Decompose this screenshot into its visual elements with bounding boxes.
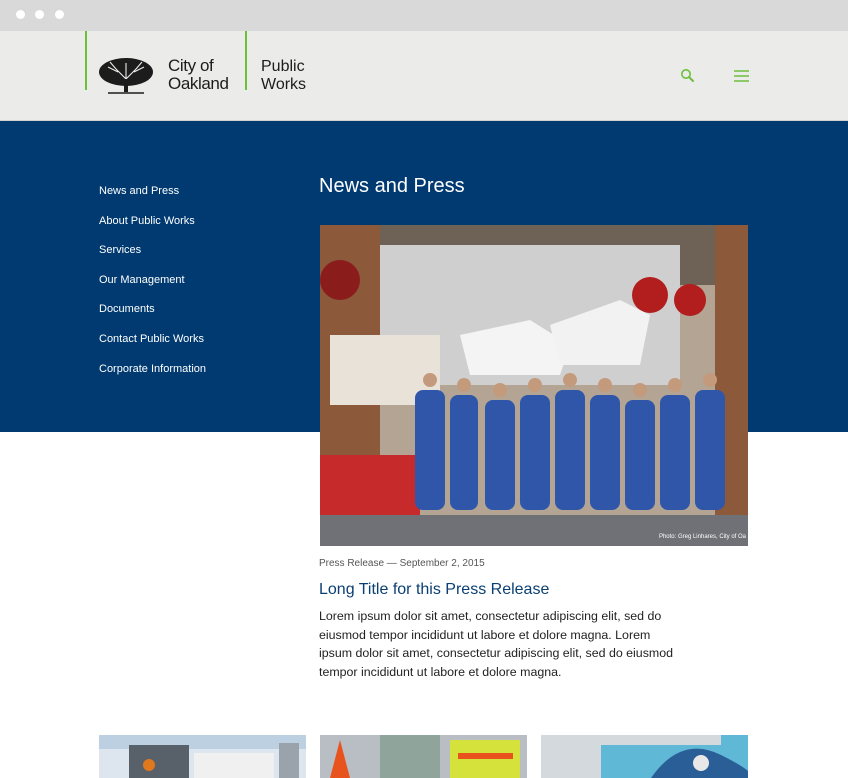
city-name: City of Oakland — [168, 57, 229, 93]
sidebar-item-about-public-works[interactable]: About Public Works — [99, 213, 299, 243]
news-thumbnail-3[interactable] — [541, 735, 748, 778]
news-thumbnail-1[interactable] — [99, 735, 306, 778]
browser-chrome — [0, 0, 848, 31]
city-name-line1: City of — [168, 56, 214, 75]
sidebar-item-services[interactable]: Services — [99, 242, 299, 272]
page-title: News and Press — [319, 175, 465, 197]
sidebar-nav: News and Press About Public Works Servic… — [99, 183, 299, 390]
window-dot-minimize[interactable] — [35, 10, 44, 19]
photo-credit: Photo: Greg Linhares, City of Oa — [658, 534, 746, 540]
search-icon[interactable] — [677, 65, 699, 87]
department-name-line1: Public — [261, 58, 305, 75]
department-name: Public Works — [261, 58, 306, 94]
site-header: City of Oakland Public Works — [0, 31, 848, 121]
window-dot-maximize[interactable] — [55, 10, 64, 19]
logo-rule-right — [245, 31, 247, 90]
article-excerpt: Lorem ipsum dolor sit amet, consectetur … — [319, 609, 673, 679]
logo-rule-left — [85, 31, 87, 90]
featured-photo[interactable]: Photo: Greg Linhares, City of Oa — [320, 225, 748, 546]
article-meta: Press Release — September 2, 2015 — [319, 558, 485, 569]
news-thumbnail-2[interactable] — [320, 735, 527, 778]
department-name-line2: Works — [261, 76, 307, 93]
sidebar-item-news-and-press[interactable]: News and Press — [99, 183, 299, 213]
sidebar-item-documents[interactable]: Documents — [99, 301, 299, 331]
oak-tree-logo-icon — [99, 58, 153, 94]
sidebar-item-contact-public-works[interactable]: Contact Public Works — [99, 331, 299, 361]
city-name-line2: Oakland — [168, 74, 229, 93]
article-title-link[interactable]: Long Title for this Press Release — [319, 581, 549, 599]
window-dot-close[interactable] — [16, 10, 25, 19]
sidebar-item-our-management[interactable]: Our Management — [99, 272, 299, 302]
sidebar-item-corporate-information[interactable]: Corporate Information — [99, 361, 299, 391]
hamburger-menu-icon[interactable] — [731, 65, 753, 87]
